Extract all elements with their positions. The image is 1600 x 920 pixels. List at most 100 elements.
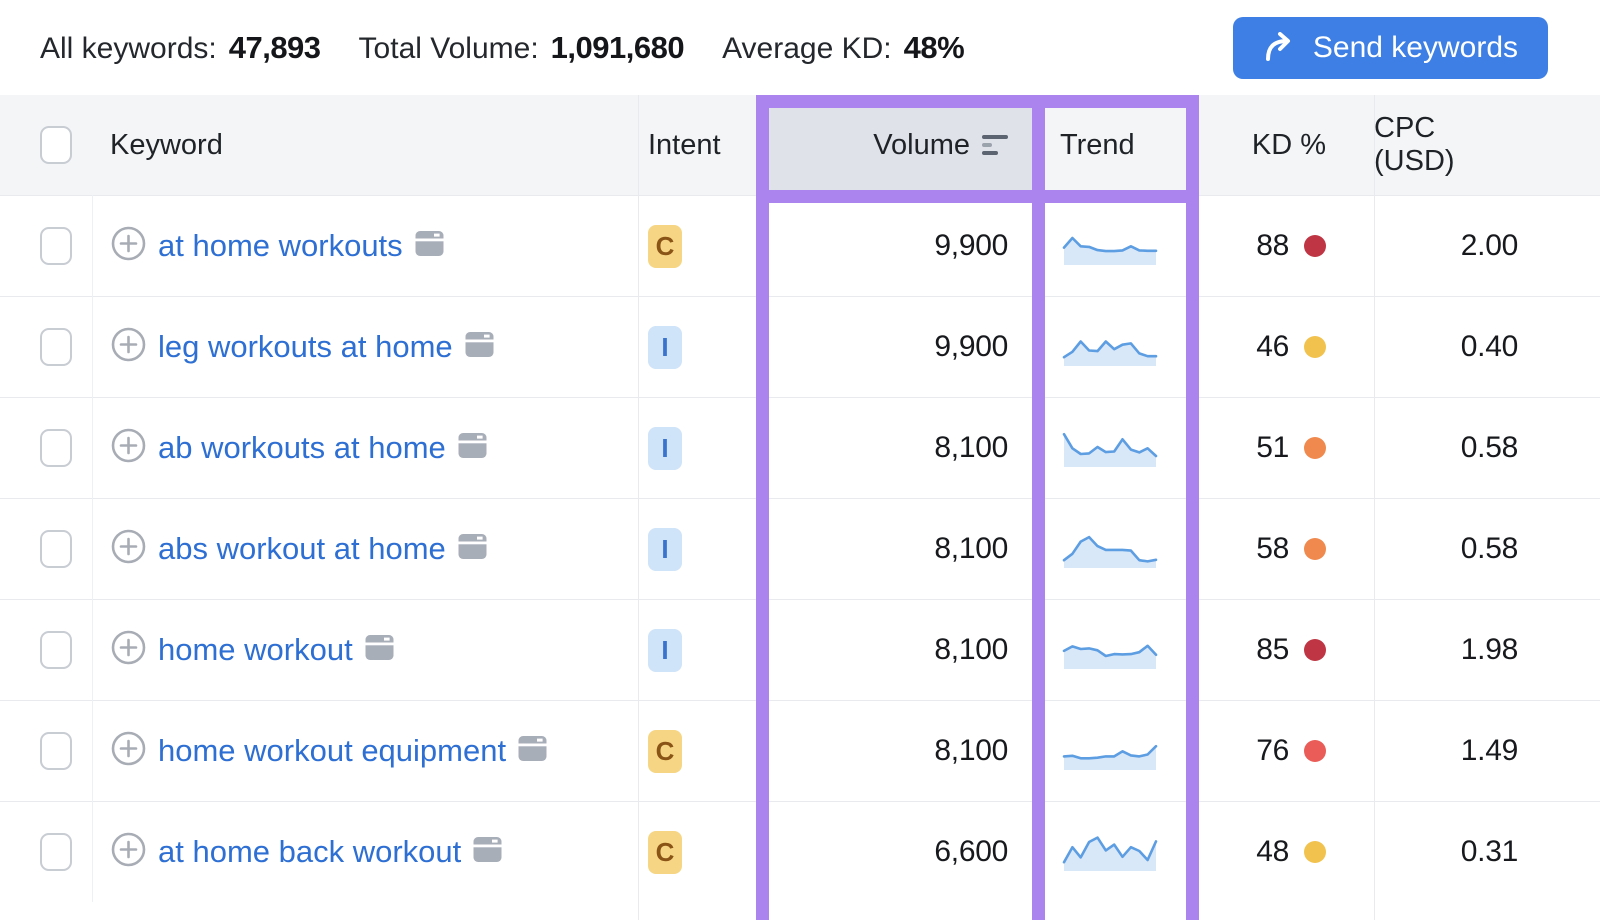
average-kd-value: 48% [904,30,965,66]
send-keywords-label: Send keywords [1313,31,1518,65]
row-checkbox[interactable] [40,530,72,568]
header-intent: Intent [638,95,758,195]
select-all-checkbox[interactable] [40,126,72,164]
serp-features-icon[interactable] [457,531,488,567]
kd-cell: 88 [1192,196,1374,296]
keyword-link[interactable]: home workout equipment [158,733,506,769]
keyword-cell: leg workouts at home [92,297,638,397]
header-intent-label: Intent [648,129,721,162]
table-row: at home workouts C 9,900 88 2.00 [0,195,1600,296]
header-kd-label: KD % [1252,129,1326,162]
trend-sparkline [1060,526,1160,572]
row-checkbox[interactable] [40,732,72,770]
intent-cell: I [638,499,758,599]
row-checkbox[interactable] [40,833,72,871]
keyword-link[interactable]: leg workouts at home [158,329,453,365]
stat-average-kd: Average KD: 48% [722,30,964,66]
total-volume-label: Total Volume: [359,32,539,66]
add-keyword-icon[interactable] [110,730,147,772]
intent-badge: I [648,629,682,672]
header-keyword-label: Keyword [110,129,223,162]
row-checkbox-cell [0,600,92,700]
trend-sparkline [1060,324,1160,370]
serp-features-icon[interactable] [464,329,495,365]
add-keyword-icon[interactable] [110,225,147,267]
add-keyword-icon[interactable] [110,528,147,570]
cpc-cell: 1.49 [1374,701,1600,801]
kd-value: 48 [1256,835,1289,869]
keyword-cell: at home workouts [92,196,638,296]
average-kd-label: Average KD: [722,32,892,66]
all-keywords-value: 47,893 [229,30,321,66]
summary-bar: All keywords: 47,893 Total Volume: 1,091… [0,0,1600,95]
row-checkbox[interactable] [40,227,72,265]
kd-cell: 46 [1192,297,1374,397]
header-cpc[interactable]: CPC (USD) [1374,95,1600,195]
add-keyword-icon[interactable] [110,326,147,368]
cpc-cell: 0.58 [1374,499,1600,599]
volume-value: 8,100 [934,633,1008,667]
serp-features-icon[interactable] [364,632,395,668]
keyword-cell: ab workouts at home [92,398,638,498]
cpc-value: 1.49 [1461,734,1518,768]
kd-cell: 48 [1192,802,1374,902]
intent-badge: C [648,730,682,773]
keyword-link[interactable]: at home back workout [158,834,461,870]
cpc-value: 0.58 [1461,532,1518,566]
trend-cell [1044,297,1192,397]
kd-value: 85 [1256,633,1289,667]
serp-features-icon[interactable] [517,733,548,769]
volume-cell: 9,900 [758,196,1044,296]
keyword-link[interactable]: abs workout at home [158,531,446,567]
header-trend-label: Trend [1060,129,1135,162]
cpc-cell: 0.58 [1374,398,1600,498]
all-keywords-label: All keywords: [40,32,217,66]
keyword-link[interactable]: at home workouts [158,228,403,264]
serp-features-icon[interactable] [457,430,488,466]
stat-total-volume: Total Volume: 1,091,680 [359,30,685,66]
keyword-link[interactable]: home workout [158,632,353,668]
keyword-cell: abs workout at home [92,499,638,599]
next-row-partial [0,902,1600,919]
trend-cell [1044,701,1192,801]
keyword-link[interactable]: ab workouts at home [158,430,446,466]
kd-dot [1304,639,1326,661]
trend-cell [1044,196,1192,296]
add-keyword-icon[interactable] [110,629,147,671]
volume-cell: 8,100 [758,499,1044,599]
table-row: at home back workout C 6,600 48 0.31 [0,801,1600,902]
serp-features-icon[interactable] [472,834,503,870]
add-keyword-icon[interactable] [110,831,147,873]
cpc-value: 2.00 [1461,229,1518,263]
header-trend: Trend [1044,95,1192,195]
volume-value: 9,900 [934,229,1008,263]
row-checkbox[interactable] [40,631,72,669]
row-checkbox[interactable] [40,429,72,467]
header-volume-label: Volume [873,129,970,162]
kd-cell: 58 [1192,499,1374,599]
table-row: leg workouts at home I 9,900 46 0.40 [0,296,1600,397]
kd-cell: 51 [1192,398,1374,498]
sort-descending-icon [982,135,1008,155]
row-checkbox[interactable] [40,328,72,366]
intent-cell: C [638,196,758,296]
row-checkbox-cell [0,802,92,902]
stat-all-keywords: All keywords: 47,893 [40,30,321,66]
intent-cell: I [638,600,758,700]
row-checkbox-cell [0,398,92,498]
add-keyword-icon[interactable] [110,427,147,469]
header-volume[interactable]: Volume [758,95,1044,195]
volume-value: 8,100 [934,734,1008,768]
kd-dot [1304,437,1326,459]
header-kd[interactable]: KD % [1192,95,1374,195]
trend-cell [1044,398,1192,498]
trend-cell [1044,600,1192,700]
table-header-row: Keyword Intent Volume Trend KD % CPC (US… [0,95,1600,195]
keyword-magic-tool-results: All keywords: 47,893 Total Volume: 1,091… [0,0,1600,920]
row-checkbox-cell [0,701,92,801]
row-checkbox-cell [0,499,92,599]
send-keywords-button[interactable]: Send keywords [1233,17,1548,79]
keyword-cell: home workout [92,600,638,700]
kd-value: 46 [1256,330,1289,364]
serp-features-icon[interactable] [414,228,445,264]
